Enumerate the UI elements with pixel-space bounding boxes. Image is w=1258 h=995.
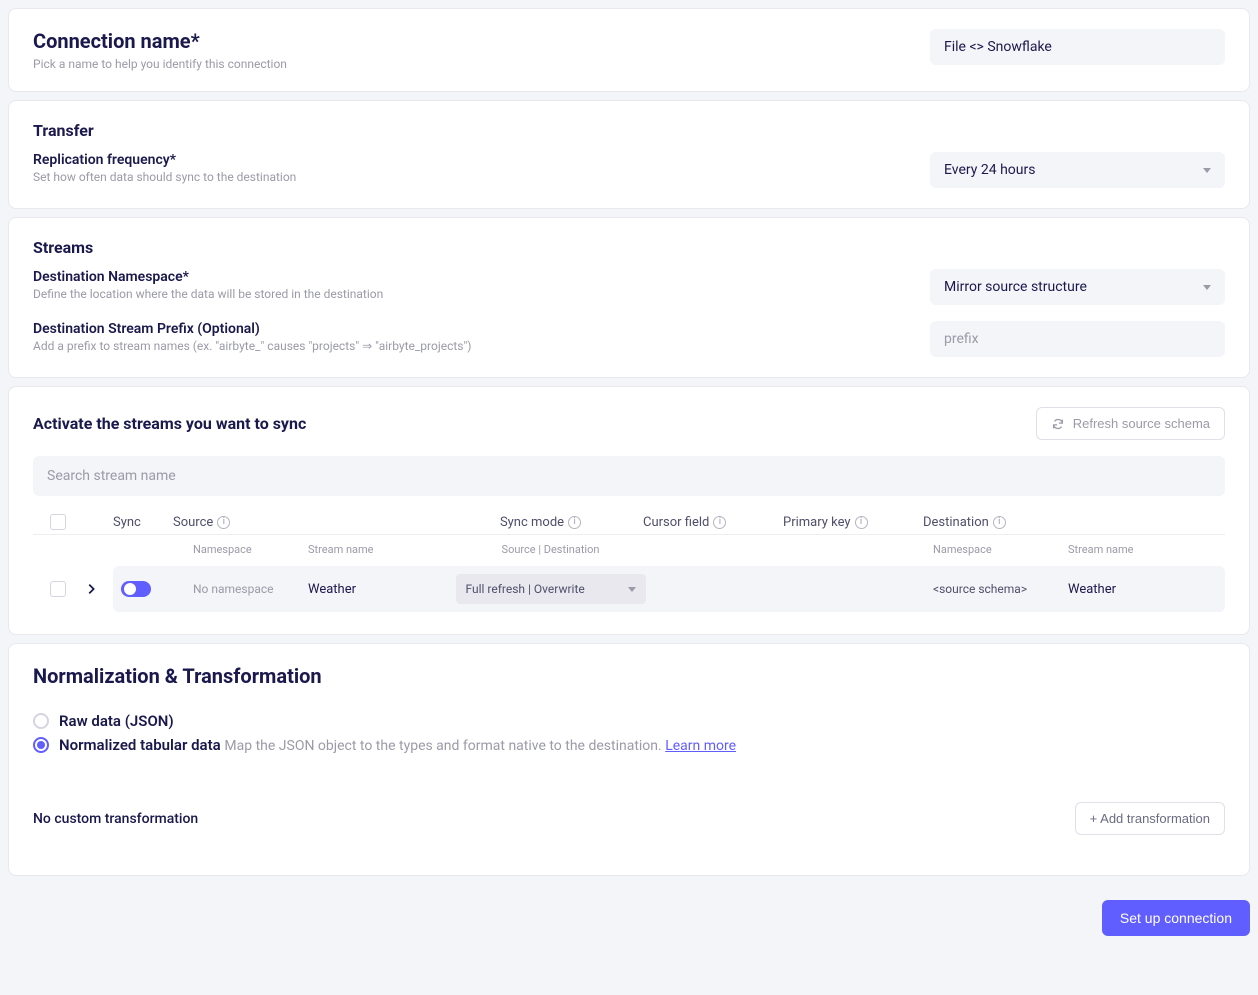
col-source: Source i — [173, 515, 438, 530]
subcol-stream-name: Stream name — [308, 543, 448, 556]
connection-name-card: Connection name* Pick a name to help you… — [8, 8, 1250, 92]
subcol-dest-stream-name: Stream name — [1068, 543, 1208, 556]
activate-streams-title: Activate the streams you want to sync — [33, 414, 306, 433]
destination-namespace-label: Destination Namespace* — [33, 269, 906, 285]
replication-frequency-select[interactable]: Every 24 hours — [930, 152, 1225, 188]
subcol-namespace: Namespace — [173, 543, 308, 556]
subcol-mode: Source | Destination — [448, 543, 653, 556]
dest-namespace: <source schema> — [933, 582, 1068, 596]
no-custom-transformation-text: No custom transformation — [33, 811, 198, 827]
connection-name-help: Pick a name to help you identify this co… — [33, 57, 906, 71]
stream-prefix-help: Add a prefix to stream names (ex. "airby… — [33, 339, 906, 353]
col-primary-key: Primary key i — [783, 515, 923, 530]
chevron-down-icon — [628, 587, 636, 592]
destination-namespace-help: Define the location where the data will … — [33, 287, 906, 301]
normalization-title: Normalization & Transformation — [33, 664, 1225, 688]
streams-title: Streams — [33, 238, 1225, 257]
replication-frequency-label: Replication frequency* — [33, 152, 906, 168]
sync-mode-value: Full refresh | Overwrite — [466, 582, 585, 596]
streams-card: Streams Destination Namespace* Define th… — [8, 217, 1250, 378]
footer: Set up connection — [0, 884, 1258, 960]
info-icon[interactable]: i — [993, 516, 1006, 529]
info-icon[interactable]: i — [217, 516, 230, 529]
info-icon[interactable]: i — [855, 516, 868, 529]
info-icon[interactable]: i — [568, 516, 581, 529]
stream-row-checkbox[interactable] — [50, 581, 66, 597]
streams-table-subheader: Namespace Stream name Source | Destinati… — [33, 534, 1225, 564]
set-up-connection-button[interactable]: Set up connection — [1102, 900, 1250, 936]
sync-toggle[interactable] — [121, 581, 151, 597]
connection-name-input[interactable] — [930, 29, 1225, 65]
transfer-card: Transfer Replication frequency* Set how … — [8, 100, 1250, 209]
subcol-dest-namespace: Namespace — [933, 543, 1068, 556]
streams-table-header: Sync Source i Sync mode i Cursor field i… — [33, 504, 1225, 534]
destination-namespace-value: Mirror source structure — [944, 279, 1087, 295]
stream-prefix-label: Destination Stream Prefix (Optional) — [33, 321, 906, 337]
connection-name-title: Connection name* — [33, 29, 906, 53]
chevron-down-icon — [1203, 285, 1211, 290]
info-icon[interactable]: i — [713, 516, 726, 529]
select-all-checkbox[interactable] — [50, 514, 66, 530]
dest-stream-name: Weather — [1068, 582, 1208, 597]
normalized-data-radio[interactable] — [33, 737, 49, 753]
expand-row-button[interactable] — [83, 581, 99, 597]
col-sync-mode: Sync mode i — [438, 515, 643, 530]
stream-prefix-input[interactable] — [930, 321, 1225, 357]
refresh-icon — [1051, 417, 1065, 431]
normalization-card: Normalization & Transformation Raw data … — [8, 643, 1250, 876]
sync-mode-select[interactable]: Full refresh | Overwrite — [456, 574, 646, 604]
col-cursor-field: Cursor field i — [643, 515, 783, 530]
destination-namespace-select[interactable]: Mirror source structure — [930, 269, 1225, 305]
raw-data-radio[interactable] — [33, 713, 49, 729]
transfer-title: Transfer — [33, 121, 1225, 140]
col-destination: Destination i — [923, 515, 1203, 530]
replication-frequency-value: Every 24 hours — [944, 162, 1035, 178]
add-transformation-button[interactable]: + Add transformation — [1075, 802, 1225, 835]
chevron-down-icon — [1203, 168, 1211, 173]
stream-name: Weather — [308, 582, 448, 597]
refresh-label: Refresh source schema — [1073, 416, 1210, 431]
raw-data-label: Raw data (JSON) — [59, 712, 174, 730]
replication-frequency-help: Set how often data should sync to the de… — [33, 170, 906, 184]
stream-namespace: No namespace — [173, 582, 308, 596]
activate-streams-card: Activate the streams you want to sync Re… — [8, 386, 1250, 635]
stream-row: No namespace Weather Full refresh | Over… — [33, 564, 1225, 614]
normalized-data-help: Map the JSON object to the types and for… — [224, 738, 736, 754]
learn-more-link[interactable]: Learn more — [665, 738, 736, 754]
refresh-source-schema-button[interactable]: Refresh source schema — [1036, 407, 1225, 440]
normalized-data-label: Normalized tabular data Map the JSON obj… — [59, 736, 736, 754]
col-sync: Sync — [113, 515, 173, 530]
search-stream-input[interactable] — [33, 456, 1225, 496]
